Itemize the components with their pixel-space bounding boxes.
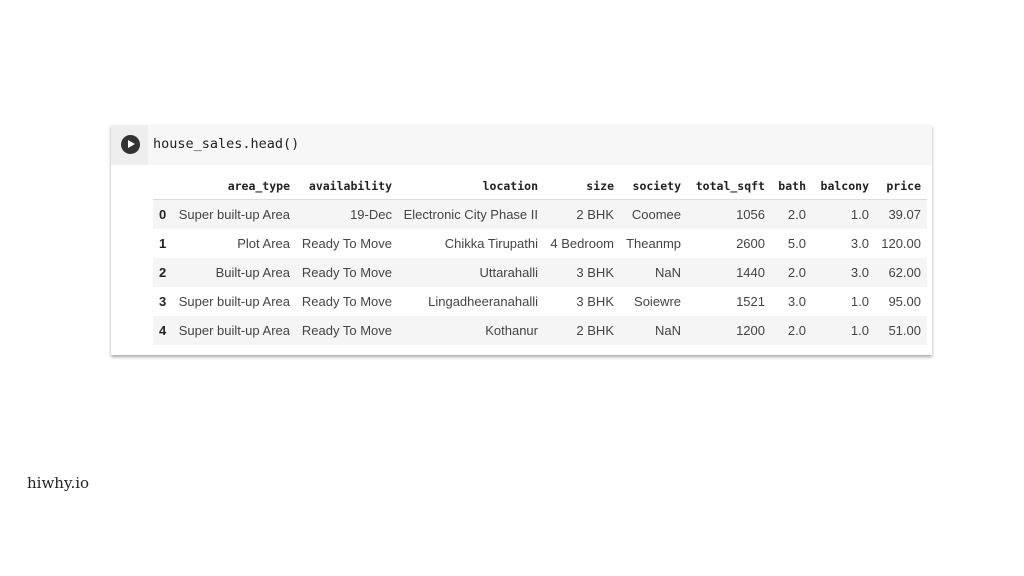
play-circle-icon[interactable]: [121, 135, 140, 154]
table-cell: 1.0: [812, 199, 875, 229]
table-cell: 19-Dec: [296, 199, 398, 229]
table-cell: Chikka Tirupathi: [444, 236, 538, 251]
table-cell: Soiewre: [634, 294, 681, 309]
table-cell: Kothanur: [398, 316, 544, 345]
table-cell: 95.00: [888, 294, 921, 309]
column-header: total_sqft: [687, 172, 771, 200]
table-row: 1 Plot Area Ready To Move Chikka Tirupathi 4…: [153, 229, 927, 258]
table-cell: 3.0: [812, 258, 875, 287]
column-header: area_type: [173, 172, 296, 200]
watermark: hiwhy.io: [27, 474, 90, 492]
table-cell: Ready To Move: [301, 294, 392, 309]
table-cell: Super built-up Area: [173, 316, 296, 345]
table-cell: 1440: [687, 258, 771, 287]
column-header: [153, 172, 173, 200]
table-cell: NaN: [620, 316, 687, 345]
row-index: 4: [153, 316, 173, 345]
dataframe-output: area_type availability location size society…: [153, 172, 927, 345]
column-header: bath: [771, 172, 812, 200]
table-cell: 5.0: [787, 236, 806, 251]
table-cell: 62.00: [875, 258, 927, 287]
table-cell: Uttarahalli: [398, 258, 544, 287]
table-cell: Electronic City Phase II: [398, 199, 544, 229]
table-cell: 1.0: [812, 316, 875, 345]
table-cell: Theanmp: [626, 236, 681, 251]
notebook-code-cell: house_sales.head() area_type availability…: [111, 125, 932, 355]
table-header-row: area_type availability location size society…: [153, 172, 927, 200]
row-index: 2: [153, 258, 173, 287]
table-cell: Ready To Move: [296, 258, 398, 287]
table-row: 4 Super built-up Area Ready To Move Kothanu…: [153, 316, 927, 345]
table-cell: 2.0: [771, 199, 812, 229]
table-cell: Plot Area: [237, 236, 290, 251]
table-cell: 39.07: [875, 199, 927, 229]
code-input-area[interactable]: house_sales.head(): [111, 125, 932, 165]
row-index: 1: [159, 236, 167, 251]
table-cell: 2 BHK: [544, 316, 620, 345]
table-cell: 4 Bedroom: [550, 236, 614, 251]
table-cell: 3.0: [850, 236, 869, 251]
table-row: 2 Built-up Area Ready To Move Uttarahalli 3 …: [153, 258, 927, 287]
cell-gutter: [111, 125, 148, 165]
table-cell: 1056: [687, 199, 771, 229]
table-cell: Super built-up Area: [173, 199, 296, 229]
column-header: price: [875, 172, 927, 200]
row-index: 0: [153, 199, 173, 229]
code-text[interactable]: house_sales.head(): [153, 136, 299, 152]
table-row: 3 Super built-up Area Ready To Move Lingadh…: [153, 287, 927, 316]
table-cell: Coomee: [620, 199, 687, 229]
table-cell: NaN: [620, 258, 687, 287]
table-cell: Super built-up Area: [178, 294, 290, 309]
table-row: 0 Super built-up Area 19-Dec Electronic Cit…: [153, 199, 927, 229]
table-cell: Ready To Move: [301, 236, 392, 251]
table-cell: 2.0: [771, 316, 812, 345]
table-cell: 120.00: [881, 236, 921, 251]
table-cell: 51.00: [875, 316, 927, 345]
column-header: location: [398, 172, 544, 200]
table-cell: 1.0: [850, 294, 869, 309]
table-cell: 3 BHK: [544, 258, 620, 287]
table-cell: 1200: [687, 316, 771, 345]
table-cell: 3 BHK: [576, 294, 614, 309]
table-cell: Built-up Area: [173, 258, 296, 287]
column-header: size: [544, 172, 620, 200]
table-cell: 2.0: [771, 258, 812, 287]
table-cell: Lingadheeranahalli: [428, 294, 538, 309]
column-header: balcony: [812, 172, 875, 200]
column-header: availability: [296, 172, 398, 200]
row-index: 3: [159, 294, 167, 309]
table-cell: 2 BHK: [544, 199, 620, 229]
table-cell: 2600: [736, 236, 765, 251]
column-header: society: [620, 172, 687, 200]
table-cell: Ready To Move: [296, 316, 398, 345]
table-cell: 1521: [736, 294, 765, 309]
table-cell: 3.0: [787, 294, 806, 309]
